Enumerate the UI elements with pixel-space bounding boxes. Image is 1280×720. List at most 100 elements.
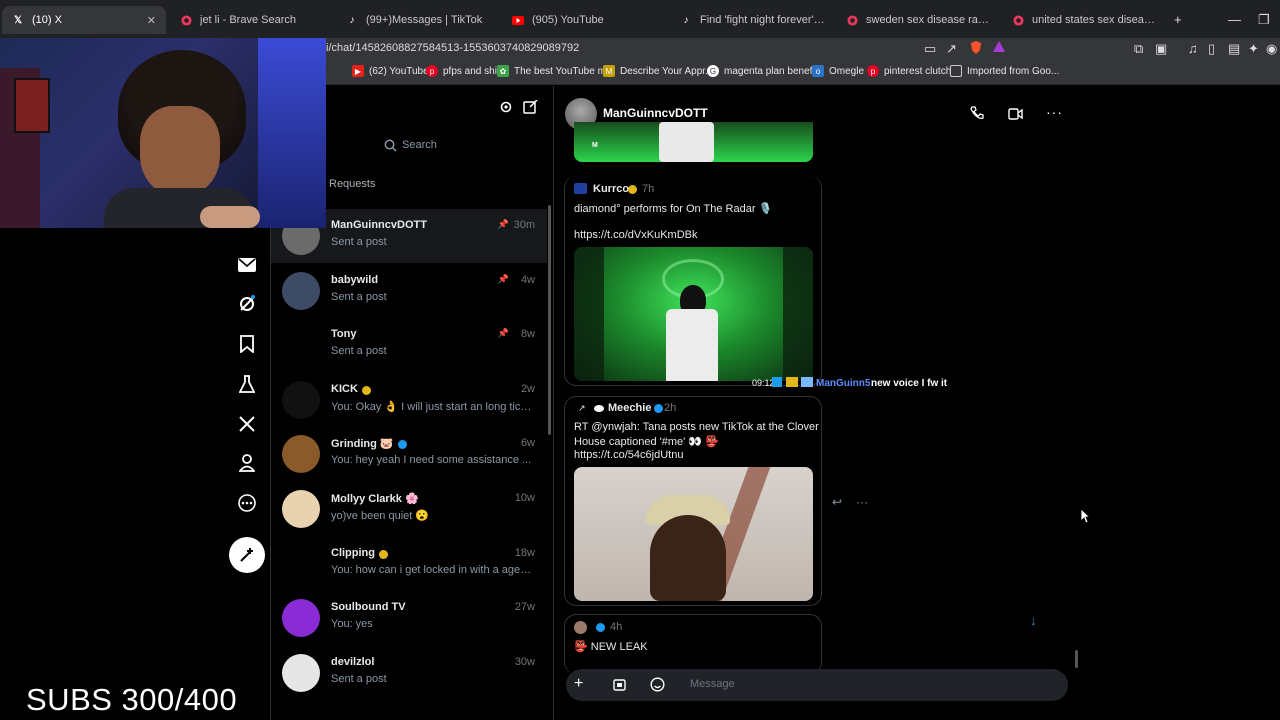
pin-icon: 📌 <box>497 273 509 284</box>
tab-youtube[interactable]: (905) YouTube <box>502 6 667 34</box>
tab-brave-search-sweden[interactable]: sweden sex disease rate - Brave Sear <box>836 6 1001 34</box>
medium-icon: M <box>603 65 615 77</box>
restore-window-icon[interactable]: ❐ <box>1258 12 1270 28</box>
media-icon[interactable]: ♫ <box>1188 41 1198 56</box>
wallet-icon[interactable]: ▣ <box>1155 41 1167 57</box>
bookmark-pinterest[interactable]: p pinterest clutch <box>867 65 951 77</box>
mouse-cursor-icon <box>1080 508 1091 529</box>
more-nav-icon[interactable] <box>236 492 258 514</box>
verified-badge-icon <box>596 623 605 632</box>
conversation-preview: yo)ve been quiet 😮 <box>331 510 430 522</box>
url-field[interactable]: i/chat/1458260882758451​3-15536037408290… <box>326 42 579 54</box>
chat-more-icon[interactable]: ··· <box>1046 104 1063 120</box>
browser-tab-bar: 𝕏 (10) X ✕ jet li - Brave Search ♪ (99+)… <box>0 0 1280 40</box>
bookmarks-nav-icon[interactable] <box>236 333 258 355</box>
bookmark-magenta[interactable]: Gmagenta plan benef... <box>707 65 821 77</box>
subs-counter-overlay: SUBS 300/400 <box>26 682 238 717</box>
tab-brave-search-jetli[interactable]: jet li - Brave Search <box>170 6 335 34</box>
conversation-item[interactable]: KICK You: Okay 👌 I will just start an lon… <box>271 373 547 427</box>
avatar[interactable] <box>282 544 320 583</box>
search-messages-input[interactable]: Search <box>326 131 542 161</box>
post-time: 2h <box>664 402 677 414</box>
gif-icon[interactable] <box>613 678 626 696</box>
bookmark-pfps[interactable]: p pfps and shit <box>426 65 500 77</box>
requests-link[interactable]: Requests <box>329 178 375 190</box>
conversation-item[interactable]: Tony Sent a post 📌 8w <box>271 318 547 372</box>
post-text: House captioned '#me' 👀 👺 <box>574 436 719 448</box>
brave-shields-icon[interactable] <box>970 41 982 57</box>
plant-icon: ✿ <box>497 65 509 77</box>
tab-x[interactable]: 𝕏 (10) X ✕ <box>2 6 166 34</box>
avatar[interactable] <box>282 380 320 419</box>
phone-call-icon[interactable] <box>970 106 984 125</box>
youtube-icon <box>512 14 524 26</box>
share-icon[interactable]: ↗ <box>946 41 957 57</box>
chat-scrollbar[interactable] <box>1075 650 1078 668</box>
share-reply-icon[interactable]: ↩ <box>832 495 842 509</box>
brave-rewards-icon[interactable] <box>993 41 1005 56</box>
bookmark-describe[interactable]: M Describe Your Appr... <box>603 65 713 77</box>
avatar[interactable] <box>282 326 320 365</box>
avatar[interactable] <box>282 271 320 310</box>
bookmark-youtube-m[interactable]: ✿ The best YouTube m... <box>497 65 614 77</box>
conversation-name: Clipping <box>331 546 375 559</box>
settings-gear-icon[interactable] <box>499 100 513 119</box>
extensions-icon[interactable]: ⧉ <box>1134 41 1143 57</box>
post-video[interactable] <box>574 247 813 381</box>
profile-icon[interactable]: ◉ <box>1266 41 1277 57</box>
tiktok-icon: ♪ <box>349 14 355 26</box>
post-image[interactable] <box>574 467 813 601</box>
conversation-name: ManGuinncvDOTT <box>331 219 427 231</box>
profile-nav-icon[interactable] <box>236 452 258 474</box>
emoji-icon[interactable] <box>650 677 665 697</box>
post-link[interactable]: https://t.co/54c6jdUtnu <box>574 449 683 461</box>
leo-ai-icon[interactable]: ✦ <box>1248 41 1259 57</box>
omegle-icon: o <box>812 65 824 77</box>
message-input[interactable]: Message <box>690 678 735 690</box>
wallet-alt-icon[interactable]: ▤ <box>1228 41 1240 57</box>
conversation-item[interactable]: devilzlol Sent a post 30w <box>271 646 547 700</box>
cast-icon[interactable]: ▭ <box>924 41 936 57</box>
tab-tiktok-find[interactable]: ♪ Find 'fight night forever' on TikTok | <box>670 6 835 34</box>
avatar[interactable] <box>282 653 320 692</box>
conversation-item[interactable]: babywild Sent a post 📌 4w <box>271 264 547 318</box>
jobs-nav-icon[interactable] <box>236 373 258 395</box>
avatar[interactable] <box>282 435 320 474</box>
bookmark-omegle[interactable]: o Omegle <box>812 65 864 77</box>
conversation-item[interactable]: Grinding 🐷 You: hey yeah I need some assi… <box>271 427 547 481</box>
tab-tiktok-messages[interactable]: ♪ (99+)Messages | TikTok <box>336 6 501 34</box>
conversation-item[interactable]: Mollyy Clarkk 🌸 yo)ve been quiet 😮 10w <box>271 482 547 536</box>
new-tab-button[interactable]: + <box>1174 12 1182 27</box>
conversation-scrollbar[interactable] <box>548 205 551 435</box>
add-attachment-icon[interactable]: + <box>574 675 583 693</box>
message-more-icon[interactable]: ··· <box>856 495 868 509</box>
post-text: RT @ynwjah: Tana posts new TikTok at the… <box>574 421 819 433</box>
bookmark-imported[interactable]: Imported from Goo... <box>950 65 1059 77</box>
tab-brave-search-us[interactable]: united states sex disease rate - Brave <box>1002 6 1167 34</box>
post-link[interactable]: https://t.co/dVxKuKmDBk <box>574 229 698 241</box>
chat-header-name[interactable]: ManGuinncvDOTT <box>603 106 708 120</box>
compose-post-button[interactable] <box>229 537 265 573</box>
post-time: 7h <box>642 183 655 195</box>
x-home-nav-icon[interactable] <box>236 413 258 435</box>
scroll-down-arrow-icon[interactable]: ↓ <box>1030 613 1037 628</box>
new-message-icon[interactable] <box>523 99 538 119</box>
post-author[interactable]: Meechie <box>608 402 651 414</box>
sidebar-toggle-icon[interactable]: ▯ <box>1208 41 1215 57</box>
video-call-icon[interactable] <box>1008 107 1023 125</box>
avatar[interactable] <box>282 599 320 638</box>
author-avatar <box>574 183 587 194</box>
post-author[interactable]: Kurrco <box>593 183 629 195</box>
conversation-item[interactable]: Soulbound TV You: yes 27w <box>271 591 547 645</box>
previous-post-media[interactable]: M <box>574 122 813 162</box>
close-tab-icon[interactable]: ✕ <box>147 14 156 27</box>
messages-nav-icon[interactable] <box>236 254 258 276</box>
bookmark-youtube[interactable]: ▶ (62) YouTube <box>352 65 429 77</box>
minimize-icon[interactable]: — <box>1228 12 1241 27</box>
avatar[interactable] <box>282 490 320 528</box>
conversation-item[interactable]: Clipping You: how can i get locked in wit… <box>271 537 547 591</box>
grok-nav-icon[interactable] <box>236 293 258 315</box>
conversation-time: 30w <box>514 655 535 668</box>
x-logo-icon: 𝕏 <box>13 14 23 26</box>
studio-wall-right <box>783 247 813 381</box>
